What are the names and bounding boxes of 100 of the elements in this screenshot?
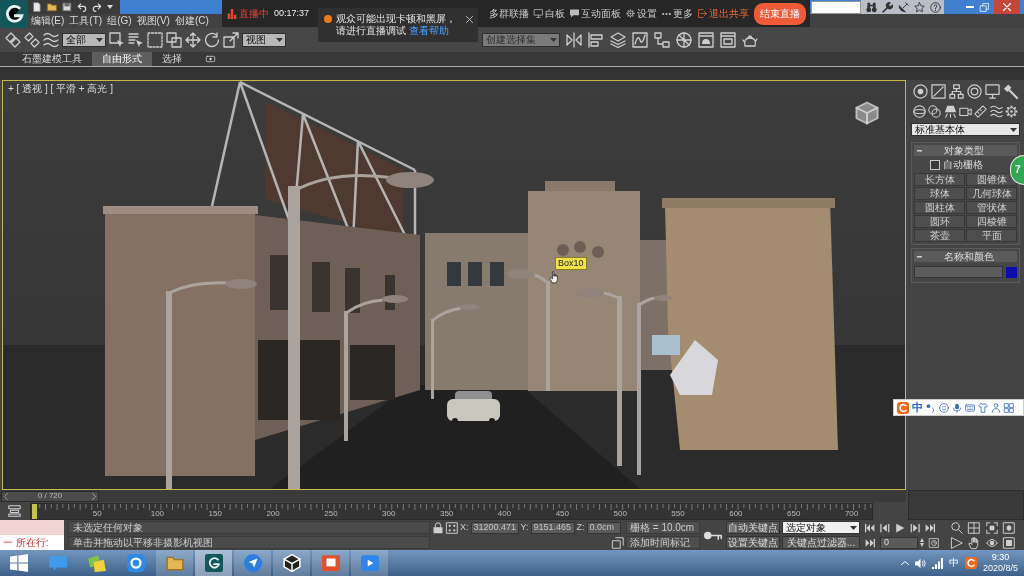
list-cursor-icon[interactable] — [128, 32, 144, 48]
save-icon[interactable] — [62, 2, 72, 12]
reference-coordinate-dropdown[interactable]: 视图 — [242, 33, 286, 47]
fov-triangle-icon[interactable] — [950, 536, 963, 549]
primitive-button[interactable]: 长方体 — [914, 173, 965, 186]
keyboard-icon[interactable] — [965, 402, 975, 413]
taskbar-app-button[interactable] — [195, 550, 232, 576]
ime-logo-icon[interactable] — [897, 401, 909, 414]
sphere-icon[interactable] — [913, 105, 926, 118]
live-toolbar-button[interactable]: 白板 — [534, 6, 565, 21]
primitive-button[interactable]: 圆柱体 — [914, 201, 965, 214]
menu-item[interactable]: 编辑(E) — [31, 16, 65, 26]
frame-window-icon[interactable] — [720, 32, 736, 48]
graph-window-icon[interactable] — [632, 32, 648, 48]
star-icon[interactable] — [914, 1, 925, 13]
primitive-button[interactable]: 管状体 — [966, 201, 1017, 214]
end-stream-button[interactable]: 结束直播 — [754, 2, 806, 25]
smiley-icon[interactable] — [939, 402, 949, 413]
dashed-square-icon[interactable] — [147, 32, 163, 48]
rollout-header[interactable]: 名称和颜色 — [914, 251, 1017, 262]
coordinate-field[interactable]: 9151.465 — [530, 521, 575, 534]
close-icon[interactable] — [466, 16, 473, 23]
align-bars-icon[interactable] — [588, 32, 604, 48]
skip-end-icon[interactable] — [925, 522, 935, 533]
skip-start-icon[interactable] — [865, 522, 875, 533]
ruler-icon[interactable] — [974, 105, 988, 118]
script-input-field[interactable] — [0, 520, 64, 535]
logo-icon[interactable] — [0, 0, 28, 28]
color-swatch-icon[interactable] — [1006, 266, 1017, 278]
ime-logo-icon[interactable] — [964, 557, 977, 569]
frame-marker-icon[interactable] — [32, 503, 37, 519]
stacked-squares-icon[interactable] — [612, 536, 624, 549]
shirt-icon[interactable] — [978, 402, 988, 413]
chevron-right-icon[interactable] — [92, 492, 96, 500]
circular-arrow-icon[interactable] — [204, 32, 220, 48]
primitive-button[interactable]: 圆锥体 — [966, 173, 1017, 186]
four-arrows-icon[interactable] — [185, 32, 201, 48]
viewport-label[interactable]: + [ 透视 ] [ 平滑 + 高光 ] — [8, 84, 114, 94]
key-mode-dropdown[interactable]: 选定对象 — [782, 521, 860, 534]
autogrid-checkbox[interactable] — [930, 159, 940, 170]
close-button[interactable] — [994, 0, 1020, 14]
node-boxes-icon[interactable] — [654, 32, 670, 48]
wave-lines-icon[interactable] — [43, 32, 59, 48]
tree-boxes-icon[interactable] — [949, 84, 964, 99]
clock-window-icon[interactable] — [929, 537, 939, 548]
chevron-up-icon[interactable] — [900, 561, 909, 565]
time-slider[interactable]: 0 / 720 — [0, 490, 906, 502]
square-arrow-icon[interactable] — [223, 32, 239, 48]
gear-icon[interactable] — [1004, 105, 1018, 118]
autogrid-label[interactable]: 自动栅格 — [943, 159, 983, 170]
frame-field[interactable]: 0 — [880, 536, 918, 549]
binoculars-icon[interactable] — [866, 1, 877, 13]
input-mode-indicator[interactable]: 中 — [948, 558, 959, 568]
restore-button[interactable] — [977, 0, 992, 14]
ribbon-tab[interactable]: 选择 — [152, 52, 192, 66]
key-filters-button[interactable]: 关键点过滤器... — [782, 536, 860, 549]
person-icon[interactable] — [991, 402, 1001, 413]
menu-item[interactable]: 视图(V) — [136, 16, 170, 26]
viewport[interactable]: + [ 透视 ] [ 平滑 + 高光 ] Box10 — [2, 80, 906, 490]
lamp-icon[interactable] — [943, 105, 957, 118]
live-toolbar-button[interactable]: 互动面板 — [570, 6, 621, 21]
live-toolbar-button[interactable]: 设置 — [626, 6, 657, 21]
punctuation-icon[interactable] — [926, 402, 936, 413]
caret-icon[interactable] — [107, 5, 113, 9]
stacked-bars-icon[interactable] — [8, 505, 21, 517]
teapot-window-icon[interactable] — [698, 32, 714, 48]
microphone-icon[interactable] — [952, 402, 962, 413]
play-icon[interactable] — [895, 522, 905, 533]
dot-circle-icon[interactable] — [913, 84, 928, 99]
menu-item[interactable]: 组(G) — [107, 16, 132, 26]
primitive-button[interactable]: 平面 — [966, 229, 1017, 242]
target-icon[interactable] — [967, 84, 982, 99]
live-toolbar-button[interactable]: 多群联播 — [489, 6, 529, 21]
grid-icon[interactable] — [1004, 402, 1014, 413]
lock-icon[interactable] — [432, 521, 444, 534]
script-output-field[interactable]: 一 所在行: — [0, 535, 64, 550]
signal-bars-icon[interactable] — [931, 557, 943, 569]
rollout-header[interactable]: 对象类型 — [914, 145, 1017, 156]
primitive-button[interactable]: 四棱锥 — [966, 215, 1017, 228]
set-key-button[interactable]: 设置关键点 — [726, 536, 780, 549]
search-field[interactable] — [811, 0, 861, 14]
wrench-icon[interactable] — [882, 1, 893, 13]
primitive-button[interactable]: 茶壶 — [914, 229, 965, 242]
primitive-button[interactable]: 圆环 — [914, 215, 965, 228]
skip-end-icon[interactable] — [865, 537, 875, 548]
stacked-layers-icon[interactable] — [610, 32, 626, 48]
primitive-button[interactable]: 球体 — [914, 187, 965, 200]
grid-window-icon[interactable] — [968, 521, 981, 534]
ribbon-tab[interactable]: 石墨建模工具 — [12, 52, 92, 66]
coordinate-field[interactable]: 31200.471 — [470, 521, 519, 534]
clock-time[interactable]: 9:30 — [991, 553, 1010, 562]
help-link[interactable]: 查看帮助 — [408, 25, 449, 36]
speaker-icon[interactable] — [914, 557, 926, 569]
live-toolbar-button[interactable]: 更多 — [662, 6, 693, 21]
magnifier-icon[interactable] — [950, 521, 963, 534]
primitive-button[interactable]: 几何球体 — [966, 187, 1017, 200]
input-mode-toggle[interactable]: 中 — [912, 402, 923, 413]
next-frame-icon[interactable] — [910, 522, 920, 533]
chain-icon[interactable] — [5, 32, 21, 48]
track-bar[interactable]: 50 100 150 200 250 300 350 400 450 500 550 600 650 700 — [30, 502, 873, 520]
